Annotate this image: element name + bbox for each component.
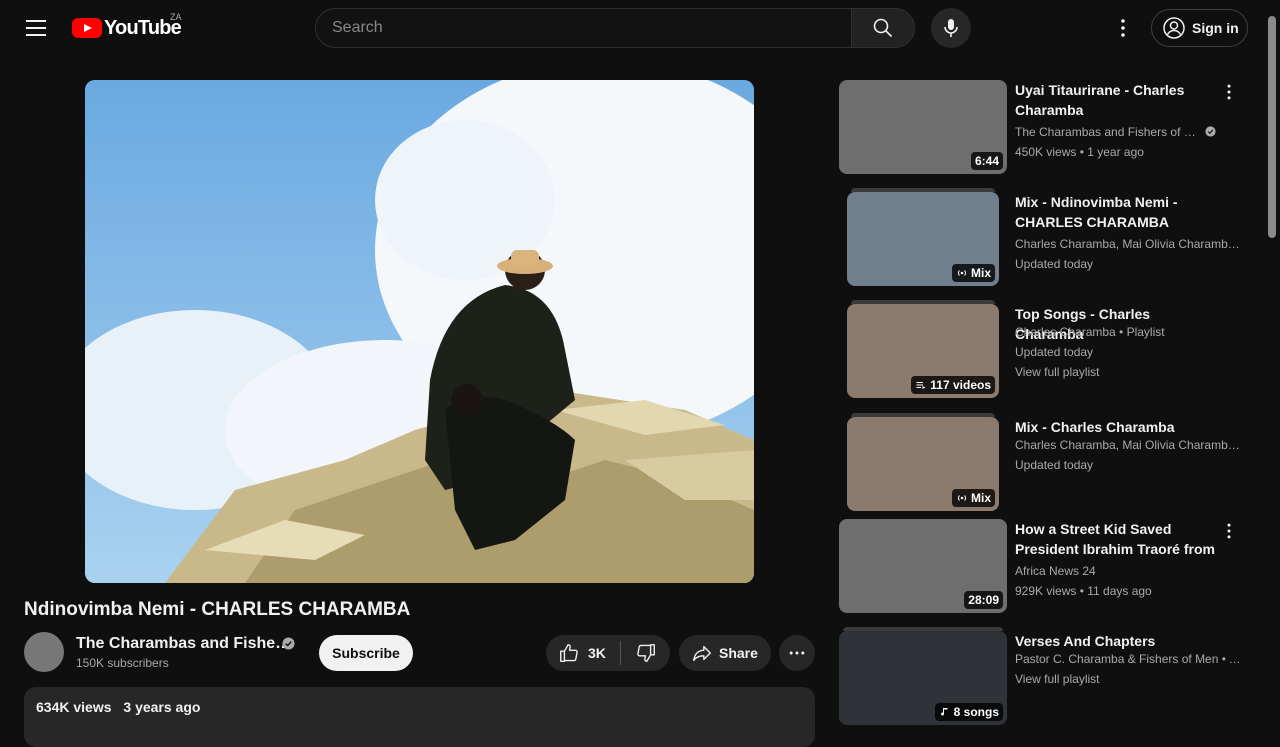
recommendation-item[interactable]: Mix Mix - Ndinovimba Nemi - CHARLES CHARA… [839, 188, 1249, 292]
voice-search-button[interactable] [931, 8, 971, 48]
recommendation-meta: View full playlist [1015, 672, 1100, 686]
recommendation-channel-text: Charles Charamba, Mai Olivia Charamba,… [1015, 237, 1243, 251]
recommendation-title[interactable]: How a Street Kid Saved President Ibrahim… [1015, 519, 1219, 559]
recommendation-channel[interactable]: Africa News 24 [1015, 564, 1243, 578]
recommendation-channel-text: Pastor C. Charamba & Fishers of Men • A… [1015, 652, 1243, 666]
thumbs-up-icon [560, 644, 578, 662]
video-thumbnail[interactable]: Mix [847, 417, 999, 511]
more-vertical-icon [1121, 19, 1125, 37]
country-code: ZA [170, 12, 182, 22]
more-actions-button[interactable] [779, 635, 815, 671]
recommendation-item[interactable]: 6:44 Uyai Titaurirane - Charles Charamba T… [839, 80, 1249, 180]
recommendation-channel[interactable]: Charles Charamba, Mai Olivia Charamba,… [1015, 237, 1243, 251]
thumbnail-badge: Mix [951, 489, 995, 507]
thumbnail-badge: Mix [951, 264, 995, 282]
youtube-logo[interactable]: YouTube [72, 16, 182, 40]
upload-age: 3 years ago [123, 699, 201, 715]
share-button[interactable]: Share [679, 635, 771, 671]
badge-label: Mix [970, 491, 991, 505]
view-full-playlist-link[interactable]: View full playlist [1015, 365, 1243, 379]
recommendation-title[interactable]: Verses And Chapters [1015, 631, 1219, 651]
recommendation-channel-text: Charles Charamba, Mai Olivia Charamba,… [1015, 438, 1243, 452]
search-input[interactable] [332, 19, 851, 37]
recommendation-menu-button[interactable] [1219, 82, 1239, 102]
more-vertical-icon [1227, 84, 1231, 100]
recommendation-channel-text: Africa News 24 [1015, 564, 1096, 578]
recommendation-title[interactable]: Mix - Ndinovimba Nemi - CHARLES CHARAMBA [1015, 192, 1219, 232]
recommendation-item[interactable]: 28:09 How a Street Kid Saved President Ib… [839, 519, 1249, 619]
recommendation-item[interactable]: 8 songs Verses And Chapters Pastor C. Char… [839, 627, 1249, 731]
search-icon [873, 18, 893, 38]
recommendation-menu-button[interactable] [1219, 521, 1239, 541]
recommendation-channel[interactable]: Charles Charamba, Mai Olivia Charamba,… [1015, 438, 1243, 452]
thumbnail-badge: 117 videos [911, 376, 995, 394]
video-title: Ndinovimba Nemi - CHARLES CHARAMBA [24, 599, 411, 620]
mix-icon [957, 270, 967, 276]
video-thumbnail[interactable]: Mix [847, 192, 999, 286]
channel-avatar[interactable] [24, 632, 64, 672]
verified-icon [282, 637, 295, 650]
badge-label: 117 videos [930, 378, 991, 392]
description-box[interactable]: 634K views 3 years ago [24, 687, 815, 747]
settings-more-button[interactable] [1103, 8, 1143, 48]
recommendation-title[interactable]: Mix - Charles Charamba [1015, 417, 1219, 437]
microphone-icon [944, 19, 958, 37]
search-button[interactable] [851, 8, 915, 48]
recommendation-meta: 450K views • 1 year ago [1015, 145, 1144, 159]
recommendation-channel[interactable]: Pastor C. Charamba & Fishers of Men • A… [1015, 652, 1243, 666]
recommendation-title[interactable]: Uyai Titaurirane - Charles Charamba [1015, 80, 1219, 120]
recommendation-meta: 929K views • 11 days ago [1015, 584, 1152, 598]
verified-icon [1205, 126, 1216, 137]
mix-icon [957, 495, 967, 501]
thumbnail-badge: 8 songs [934, 703, 1003, 721]
account-icon [1163, 17, 1185, 39]
video-thumbnail[interactable]: 6:44 [839, 80, 1007, 174]
top-bar: YouTube ZA Sign in [0, 0, 1280, 56]
video-thumbnail[interactable]: 117 videos [847, 304, 999, 398]
thumbnail-badge: 6:44 [970, 152, 1003, 170]
more-vertical-icon [1227, 523, 1231, 539]
recommendation-meta: Updated today [1015, 458, 1094, 472]
recommendation-meta: Updated today [1015, 257, 1094, 271]
channel-name[interactable]: The Charambas and Fishe… [76, 635, 291, 653]
recommendation-channel-text: Charles Charamba • Playlist [1015, 325, 1165, 339]
view-count: 634K views [36, 699, 112, 715]
subscribe-button[interactable]: Subscribe [319, 635, 413, 671]
badge-label: Mix [970, 266, 991, 280]
video-thumbnail[interactable]: 28:09 [839, 519, 1007, 613]
music-note-icon [940, 708, 948, 716]
menu-icon[interactable] [16, 8, 56, 48]
thumbs-down-icon [636, 644, 655, 662]
share-icon [693, 645, 711, 662]
more-horizontal-icon [789, 651, 805, 655]
badge-label: 28:09 [968, 593, 999, 607]
sign-in-label: Sign in [1192, 20, 1239, 36]
recommendation-channel[interactable]: Charles Charamba • Playlist [1015, 325, 1243, 339]
video-thumbnail[interactable]: 8 songs [839, 631, 1007, 725]
recommendation-channel-text: The Charambas and Fishers of … [1015, 125, 1196, 139]
video-frame [85, 80, 754, 583]
badge-label: 6:44 [974, 154, 999, 168]
badge-label: 8 songs [953, 705, 999, 719]
scrollbar-thumb[interactable] [1268, 16, 1276, 238]
share-label: Share [719, 645, 758, 661]
like-button[interactable]: 3K [546, 635, 620, 671]
playlist-icon [916, 382, 926, 389]
recommendation-item[interactable]: 117 videos Top Songs - Charles Charamba Ch… [839, 300, 1249, 404]
like-count: 3K [588, 645, 606, 661]
video-player[interactable] [85, 80, 754, 583]
youtube-play-icon [72, 18, 102, 38]
search-box [315, 8, 851, 48]
recommendation-channel[interactable]: The Charambas and Fishers of … [1015, 125, 1243, 139]
recommendation-item[interactable]: Mix Mix - Charles Charamba Charles Charamb… [839, 413, 1249, 517]
thumbnail-badge: 28:09 [964, 591, 1003, 609]
recommendation-meta: Updated today [1015, 345, 1094, 359]
dislike-button[interactable] [621, 635, 670, 671]
subscriber-count: 150K subscribers [76, 656, 169, 670]
like-dislike-group: 3K [546, 635, 670, 671]
sign-in-button[interactable]: Sign in [1151, 9, 1248, 47]
